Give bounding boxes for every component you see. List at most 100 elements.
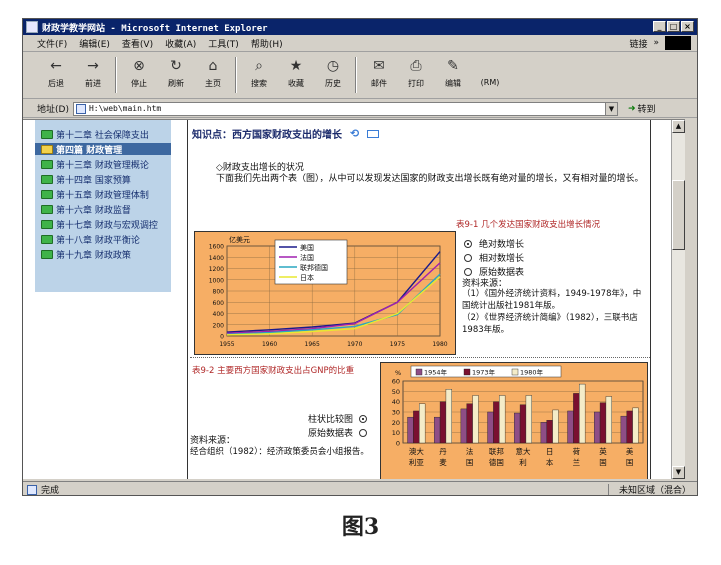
- sidebar-item-label: 第十四章 国家预算: [56, 175, 131, 186]
- scroll-thumb[interactable]: [672, 180, 685, 250]
- sidebar-item-label: 第十八章 财政平衡论: [56, 235, 140, 246]
- favorites-icon: ★: [289, 58, 303, 74]
- sidebar-chapter-item[interactable]: 第十六章 财政监督: [41, 203, 131, 216]
- status-bar: 完成 未知区域（混合）: [23, 481, 697, 496]
- source-line: （1）《国外经济统计资料，1949-1978年》，中国统计出版社1981年版。: [462, 289, 642, 311]
- book-icon[interactable]: [367, 129, 380, 138]
- toolbar-button[interactable]: (RM): [475, 57, 505, 87]
- radio-absolute[interactable]: 绝对数增长: [464, 237, 524, 250]
- bar: [513, 412, 521, 444]
- radio-button[interactable]: [359, 428, 368, 437]
- toolbar-button[interactable]: ◷ 历史: [318, 57, 348, 89]
- x-tick-label: 1970: [347, 341, 362, 348]
- x-tick-label: 1975: [390, 341, 405, 348]
- edit-icon: ✎: [447, 58, 459, 74]
- sidebar-chapter-item[interactable]: 第十八章 财政平衡论: [41, 233, 140, 246]
- sidebar-chapter-item[interactable]: 第十二章 社会保障支出: [41, 128, 149, 141]
- radio-relative[interactable]: 相对数增长: [464, 251, 524, 264]
- menu-view[interactable]: 查看(V): [122, 37, 153, 50]
- toolbar-button[interactable]: ⌕ 搜索: [244, 57, 274, 89]
- sidebar-chapter-item[interactable]: 第四篇 财政管理: [35, 143, 171, 156]
- bar: [552, 409, 559, 444]
- toolbar: ← 后退 → 前进 ⊗ 停止 ↻ 刷新 ⌂ 主页 ⌕ 搜索 ★ 收藏 ◷ 历史 ✉ 邮件 ⎙ 打印 ✎ 编辑 (RM): [23, 53, 697, 99]
- bar: [413, 410, 420, 444]
- sidebar-chapter-item[interactable]: 第十四章 国家预算: [41, 173, 131, 186]
- x-tick-label: 1965: [305, 341, 320, 348]
- security-zone: 未知区域（混合）: [618, 486, 691, 496]
- gnp-share-bar-chart: 0 10 20 30 40 50 60% 澳大 利亚丹麦法国联邦 德国 意大利日本荷兰英国美国 195…: [380, 362, 648, 479]
- radio-raw-table[interactable]: 原始数据表: [308, 426, 368, 439]
- toolbar-button-label: 收藏: [288, 79, 304, 88]
- toolbar-button[interactable]: ← 后退: [41, 57, 71, 89]
- go-arrow-icon: ➜: [627, 103, 636, 114]
- sidebar-chapter-item[interactable]: 第十五章 财政管理体制: [41, 188, 149, 201]
- bar: [540, 422, 547, 444]
- toolbar-button[interactable]: ⎙ 打印: [401, 57, 431, 89]
- links-chevron-icon[interactable]: »: [653, 38, 659, 48]
- category-label: 国: [599, 458, 607, 467]
- sidebar-chapter-item[interactable]: 第十七章 财政与宏观调控: [41, 218, 158, 231]
- toolbar-button-label: 停止: [131, 79, 147, 88]
- bar: [573, 393, 580, 444]
- y-tick-label: 50: [392, 388, 400, 396]
- minimize-button[interactable]: _: [653, 21, 666, 32]
- legend-swatch: [511, 368, 519, 376]
- menu-favorites[interactable]: 收藏(A): [165, 37, 196, 50]
- bar: [466, 403, 473, 444]
- toolbar-button-label: 后退: [48, 79, 64, 88]
- menu-edit[interactable]: 编辑(E): [79, 37, 110, 50]
- toolbar-button[interactable]: → 前进: [78, 57, 108, 89]
- dropdown-arrow-icon[interactable]: ▼: [604, 102, 617, 115]
- menu-help[interactable]: 帮助(H): [251, 37, 283, 50]
- vertical-scrollbar[interactable]: ▲ ▼: [671, 120, 685, 479]
- address-url[interactable]: H:\web\main.htm: [89, 104, 161, 113]
- toolbar-button[interactable]: ★ 收藏: [281, 57, 311, 89]
- status-separator: [607, 483, 609, 495]
- toolbar-button-label: 邮件: [371, 79, 387, 88]
- y-tick-label: 600: [213, 300, 225, 307]
- window-title: 财政学教学网站 - Microsoft Internet Explorer: [42, 23, 268, 34]
- bar: [439, 401, 447, 444]
- scroll-up-icon[interactable]: ▲: [672, 120, 685, 133]
- address-input[interactable]: H:\web\main.htm ▼: [72, 101, 618, 116]
- bar: [499, 395, 506, 444]
- x-tick-label: 1980: [432, 341, 447, 348]
- maximize-button[interactable]: □: [667, 21, 680, 32]
- radio-button[interactable]: [359, 414, 368, 423]
- toolbar-separator: [115, 57, 117, 93]
- category-label: 兰: [573, 457, 581, 467]
- radio-label: 相对数增长: [479, 254, 525, 264]
- y-tick-label: 10: [392, 429, 400, 437]
- window-controls: _ □ ×: [653, 21, 694, 32]
- menu-file[interactable]: 文件(F): [37, 37, 67, 50]
- sidebar-chapter-item[interactable]: 第十三章 财政管理概论: [41, 158, 149, 171]
- menu-tools[interactable]: 工具(T): [208, 37, 239, 50]
- figure-caption: 图3: [341, 514, 380, 540]
- radio-button[interactable]: [464, 239, 472, 248]
- bar: [519, 404, 527, 444]
- category-label: 利亚: [409, 457, 424, 467]
- toolbar-button[interactable]: ⌂ 主页: [198, 57, 228, 89]
- go-button[interactable]: ➜ 转到: [627, 102, 656, 116]
- category-label: 德国: [489, 457, 504, 467]
- toolbar-button[interactable]: ✎ 编辑: [438, 57, 468, 89]
- browser-window: 财政学教学网站 - Microsoft Internet Explorer _ …: [22, 18, 698, 496]
- links-label[interactable]: 链接: [629, 37, 647, 50]
- scroll-down-icon[interactable]: ▼: [672, 466, 685, 479]
- radio-bar-chart[interactable]: 柱状比较图: [308, 412, 368, 425]
- page-viewport: 第十二章 社会保障支出 第四篇 财政管理 第十三章 财政管理概论 第十四章 国家预算第…: [23, 119, 685, 479]
- legend-label: 1973年: [472, 368, 496, 377]
- back-arrow-icon: ←: [50, 58, 62, 74]
- toolbar-button[interactable]: ✉ 邮件: [364, 57, 394, 89]
- close-button[interactable]: ×: [681, 21, 694, 32]
- radio-button[interactable]: [464, 267, 472, 276]
- radio-button[interactable]: [464, 253, 472, 262]
- sidebar-chapter-item[interactable]: 第十九章 财政政策: [41, 248, 131, 261]
- y-tick-label: 800: [213, 289, 225, 296]
- source-text: （1）《国外经济统计资料，1949-1978年》，中国统计出版社1981年版。 …: [462, 288, 644, 336]
- toolbar-button[interactable]: ⊗ 停止: [124, 57, 154, 89]
- page-title: 知识点：西方国家财政支出的增长: [192, 130, 342, 141]
- toolbar-button-label: (RM): [480, 78, 500, 87]
- play-icon[interactable]: ⟲: [350, 127, 359, 140]
- toolbar-button[interactable]: ↻ 刷新: [161, 57, 191, 89]
